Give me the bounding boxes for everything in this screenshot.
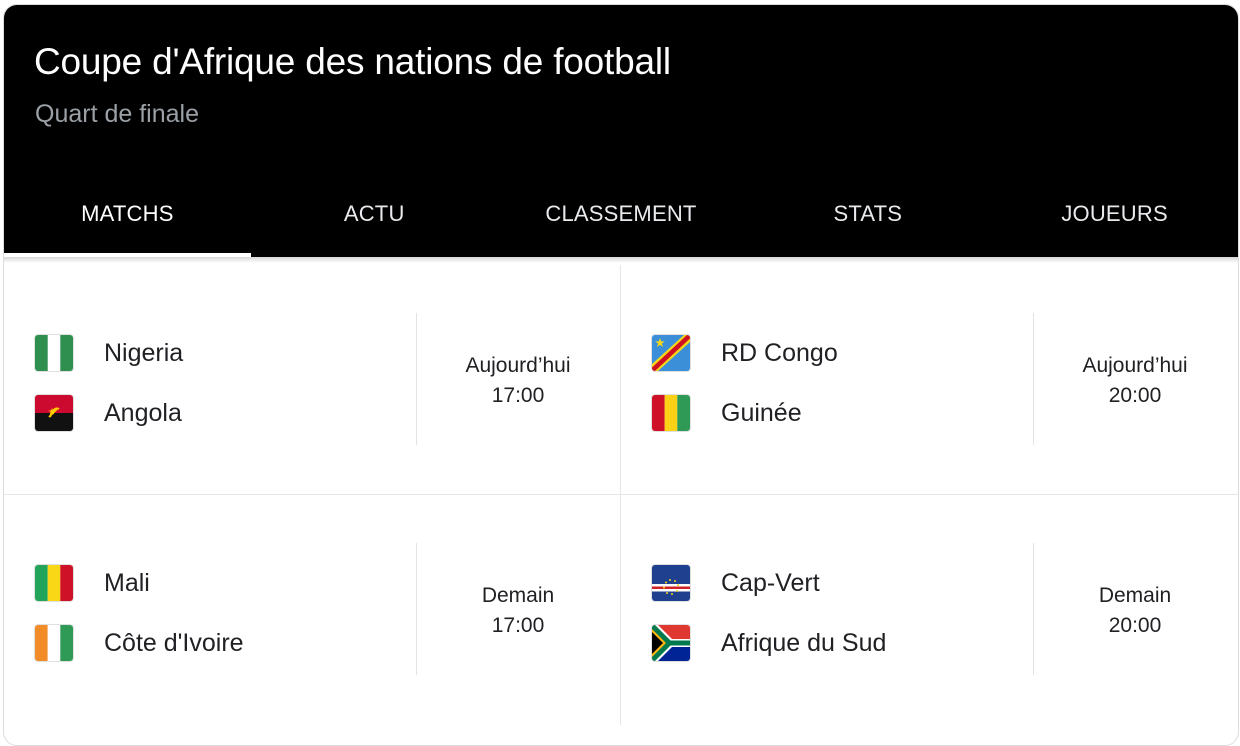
card-header: Coupe d'Afrique des nations de football … <box>4 5 1238 257</box>
away-team: Angola <box>35 393 182 433</box>
team-name: Côte d'Ivoire <box>104 628 244 657</box>
match-day: Demain <box>1098 584 1172 607</box>
tab-matchs[interactable]: MATCHS <box>4 175 251 257</box>
home-team: Nigeria <box>35 333 183 373</box>
team-name: RD Congo <box>721 338 838 367</box>
guinea-flag-icon <box>652 395 690 431</box>
team-name: Guinée <box>721 398 802 427</box>
team-name: Cap-Vert <box>721 568 820 597</box>
kickoff-time: 17:00 <box>491 384 545 407</box>
home-team: Mali <box>35 563 150 603</box>
match-time: Demain 17:00 <box>417 581 619 641</box>
active-tab-indicator <box>4 253 251 257</box>
tab-label: JOUEURS <box>1061 201 1168 226</box>
match-card[interactable]: Mali Côte d'Ivoire Demain 17:00 <box>4 495 621 725</box>
page-title: Coupe d'Afrique des nations de football <box>34 41 671 82</box>
match-time: Aujourd’hui 17:00 <box>417 351 619 411</box>
ivory-coast-flag-icon <box>35 625 73 661</box>
tab-classement[interactable]: CLASSEMENT <box>498 175 745 257</box>
team-name: Mali <box>104 568 150 597</box>
kickoff-time: 20:00 <box>1108 384 1162 407</box>
team-name: Nigeria <box>104 338 184 367</box>
south-africa-flag-icon <box>652 625 690 661</box>
match-card[interactable]: RD Congo Guinée Aujourd’hui 20:00 <box>621 265 1238 495</box>
tab-bar: MATCHS ACTU CLASSEMENT STATS JOUEURS <box>4 175 1238 257</box>
away-team: Côte d'Ivoire <box>35 623 244 663</box>
mali-flag-icon <box>35 565 73 601</box>
match-day: Aujourd’hui <box>1082 354 1188 377</box>
kickoff-time: 20:00 <box>1108 614 1162 637</box>
header-shadow <box>4 257 1238 263</box>
match-card[interactable]: Cap-Vert Afrique du Sud Demain 20:00 <box>621 495 1238 725</box>
dr-congo-flag-icon <box>652 335 690 371</box>
tab-stats[interactable]: STATS <box>744 175 991 257</box>
cape-verde-flag-icon <box>652 565 690 601</box>
nigeria-flag-icon <box>35 335 73 371</box>
team-name: Angola <box>104 398 182 427</box>
tab-actu[interactable]: ACTU <box>251 175 498 257</box>
tab-label: ACTU <box>343 201 405 226</box>
angola-flag-icon <box>35 395 73 431</box>
kickoff-time: 17:00 <box>491 614 545 637</box>
home-team: Cap-Vert <box>652 563 820 603</box>
match-day: Aujourd’hui <box>465 354 571 377</box>
tab-joueurs[interactable]: JOUEURS <box>991 175 1238 257</box>
tab-label: STATS <box>833 201 903 226</box>
away-team: Afrique du Sud <box>652 623 886 663</box>
team-name: Afrique du Sud <box>721 628 887 657</box>
tab-label: MATCHS <box>81 201 174 226</box>
match-day: Demain <box>481 584 555 607</box>
match-time: Aujourd’hui 20:00 <box>1034 351 1236 411</box>
tab-label: CLASSEMENT <box>545 201 697 226</box>
page-subtitle: Quart de finale <box>35 100 199 128</box>
away-team: Guinée <box>652 393 802 433</box>
match-time: Demain 20:00 <box>1034 581 1236 641</box>
sports-card: Coupe d'Afrique des nations de football … <box>3 4 1239 746</box>
home-team: RD Congo <box>652 333 838 373</box>
match-card[interactable]: Nigeria Angola Aujourd’hui 17:00 <box>4 265 621 495</box>
